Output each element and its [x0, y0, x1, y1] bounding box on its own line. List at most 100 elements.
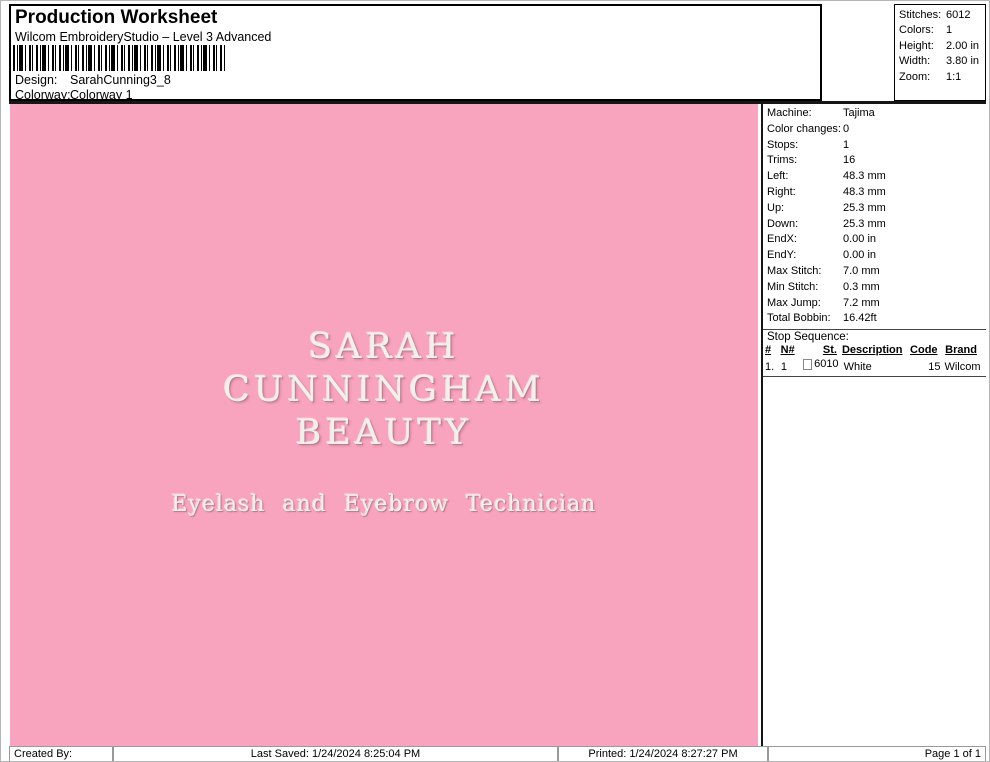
stop-sequence-table: # N# St. Description Code Brand 1. 1 601… [763, 344, 986, 374]
machine-row-label: EndX: [767, 233, 797, 246]
machine-row-label: Up: [767, 201, 785, 214]
machine-row-value: 25.3 mm [843, 217, 886, 230]
page-title: Production Worksheet [15, 7, 218, 28]
machine-row: Right: 48.3 mm [763, 185, 986, 201]
machine-row: Trims: 16 [763, 153, 986, 169]
stat-row: Stitches: 6012 [899, 8, 985, 23]
machine-row-label: Machine: [767, 107, 812, 119]
machine-row-value: 16 [843, 154, 856, 167]
col-header-description: Description [841, 344, 903, 357]
stop-row-stitch-code: 6010 [814, 357, 839, 370]
stop-table-bottom-divider [763, 376, 986, 378]
stop-row-st: 6010 [802, 357, 839, 372]
col-header-code: Code [910, 344, 938, 357]
stat-row: Colors: 1 [899, 23, 985, 38]
stat-label: Stitches: [899, 9, 942, 21]
machine-row: Max Stitch: 7.0 mm [763, 264, 986, 280]
stat-value: 1 [946, 24, 953, 37]
design-row: Design: SarahCunning3_8 [15, 73, 171, 87]
machine-row: Left: 48.3 mm [763, 169, 986, 185]
machine-row: EndY: 0.00 in [763, 248, 986, 264]
design-area: SARAH CUNNINGHAM BEAUTY Eyelash and Eyeb… [10, 104, 758, 746]
stat-row: Height: 2.00 in [899, 39, 985, 54]
design-text-line3: BEAUTY [295, 413, 473, 453]
design-text-block: SARAH CUNNINGHAM BEAUTY Eyelash and Eyeb… [10, 326, 758, 518]
machine-row: Total Bobbin: 16.42ft [763, 311, 986, 327]
machine-row-label: Min Stitch: [767, 280, 819, 293]
machine-row-value: 0 [843, 122, 850, 135]
stat-value: 6012 [946, 9, 971, 21]
machine-row-value: 1 [843, 138, 850, 151]
machine-row: Up: 25.3 mm [763, 201, 986, 217]
stop-table-header-row: # N# St. Description Code Brand [763, 344, 986, 358]
design-name-value: SarahCunning3_8 [70, 73, 171, 87]
stop-row-description: White [843, 360, 872, 373]
machine-row: Min Stitch: 0.3 mm [763, 280, 986, 296]
machine-row-label: Stops: [767, 138, 799, 151]
stat-value: 1:1 [946, 70, 962, 83]
stat-label: Colors: [899, 24, 934, 37]
machine-row-label: Down: [767, 217, 799, 230]
machine-row-value: Tajima [843, 107, 875, 119]
stop-row-needle: 1 [780, 360, 787, 373]
machine-row-value: 0.00 in [843, 233, 877, 246]
footer-printed: Printed: 1/24/2024 8:27:27 PM [558, 746, 768, 761]
barcode-icon [13, 45, 225, 71]
machine-row-label: EndY: [767, 249, 797, 262]
stop-row-code: 15 [928, 360, 941, 373]
stat-label: Zoom: [899, 70, 931, 83]
colorway-label: Colorway: [15, 88, 71, 102]
footer-last-saved: Last Saved: 1/24/2024 8:25:04 PM [113, 746, 558, 761]
machine-row-label: Max Jump: [767, 296, 821, 309]
machine-row-value: 48.3 mm [843, 170, 886, 183]
machine-row: Stops: 1 [763, 138, 986, 154]
machine-row: EndX: 0.00 in [763, 232, 986, 248]
app-subtitle: Wilcom EmbroideryStudio – Level 3 Advanc… [15, 30, 272, 44]
machine-row-value: 0.3 mm [843, 280, 880, 293]
machine-row-value: 16.42ft [843, 312, 877, 325]
machine-row-value: 7.2 mm [843, 296, 880, 309]
machine-rows: Machine: Tajima Color changes: 0 Stops: … [763, 104, 986, 327]
machine-row: Down: 25.3 mm [763, 217, 986, 233]
design-text-line2: CUNNINGHAM [223, 370, 545, 410]
footer-created-by: Created By: [9, 746, 113, 761]
machine-panel: Machine: Tajima Color changes: 0 Stops: … [761, 104, 986, 746]
machine-row-label: Total Bobbin: [767, 312, 831, 325]
machine-row-label: Color changes: [767, 122, 841, 135]
header-box: Production Worksheet Wilcom EmbroiderySt… [9, 4, 822, 102]
footer-page-number: Page 1 of 1 [768, 746, 986, 761]
machine-row-label: Max Stitch: [767, 264, 822, 277]
machine-row-label: Trims: [767, 154, 798, 167]
machine-row-value: 0.00 in [843, 249, 877, 262]
col-header-needle: N# [780, 344, 795, 357]
design-label: Design: [15, 73, 58, 87]
col-header-num: # [765, 344, 772, 357]
design-tagline: Eyelash and Eyebrow Technician [171, 492, 597, 517]
checkbox-unchecked-icon[interactable] [802, 358, 813, 370]
stat-row: Width: 3.80 in [899, 54, 985, 69]
machine-row: Color changes: 0 [763, 122, 986, 138]
machine-row: Max Jump: 7.2 mm [763, 296, 986, 312]
production-worksheet-page: Production Worksheet Wilcom EmbroiderySt… [0, 0, 990, 762]
machine-row: Machine: Tajima [763, 106, 986, 122]
col-header-brand: Brand [945, 344, 977, 357]
stop-row-brand: Wilcom [944, 360, 981, 373]
design-text-line1: SARAH [308, 327, 460, 367]
stop-table-row: 1. 1 6010 White 15 Wilcom [763, 358, 986, 375]
col-header-st: St. [822, 344, 837, 357]
stat-value: 2.00 in [946, 39, 980, 52]
stat-row: Zoom: 1:1 [899, 70, 985, 85]
machine-row-label: Right: [767, 185, 796, 198]
stats-box: Stitches: 6012 Colors: 1 Height: 2.00 in… [894, 4, 986, 101]
colorway-value: Colorway 1 [70, 88, 133, 102]
machine-row-label: Left: [767, 170, 789, 183]
footer: Created By: Last Saved: 1/24/2024 8:25:0… [9, 746, 986, 761]
machine-row-value: 25.3 mm [843, 201, 886, 214]
stat-label: Height: [899, 39, 934, 52]
stop-sequence-label: Stop Sequence: [767, 331, 849, 344]
stat-label: Width: [899, 55, 931, 68]
stat-value: 3.80 in [946, 55, 980, 68]
colorway-row: Colorway: Colorway 1 [15, 88, 133, 102]
stop-row-index: 1. [765, 360, 775, 373]
machine-row-value: 7.0 mm [843, 264, 880, 277]
